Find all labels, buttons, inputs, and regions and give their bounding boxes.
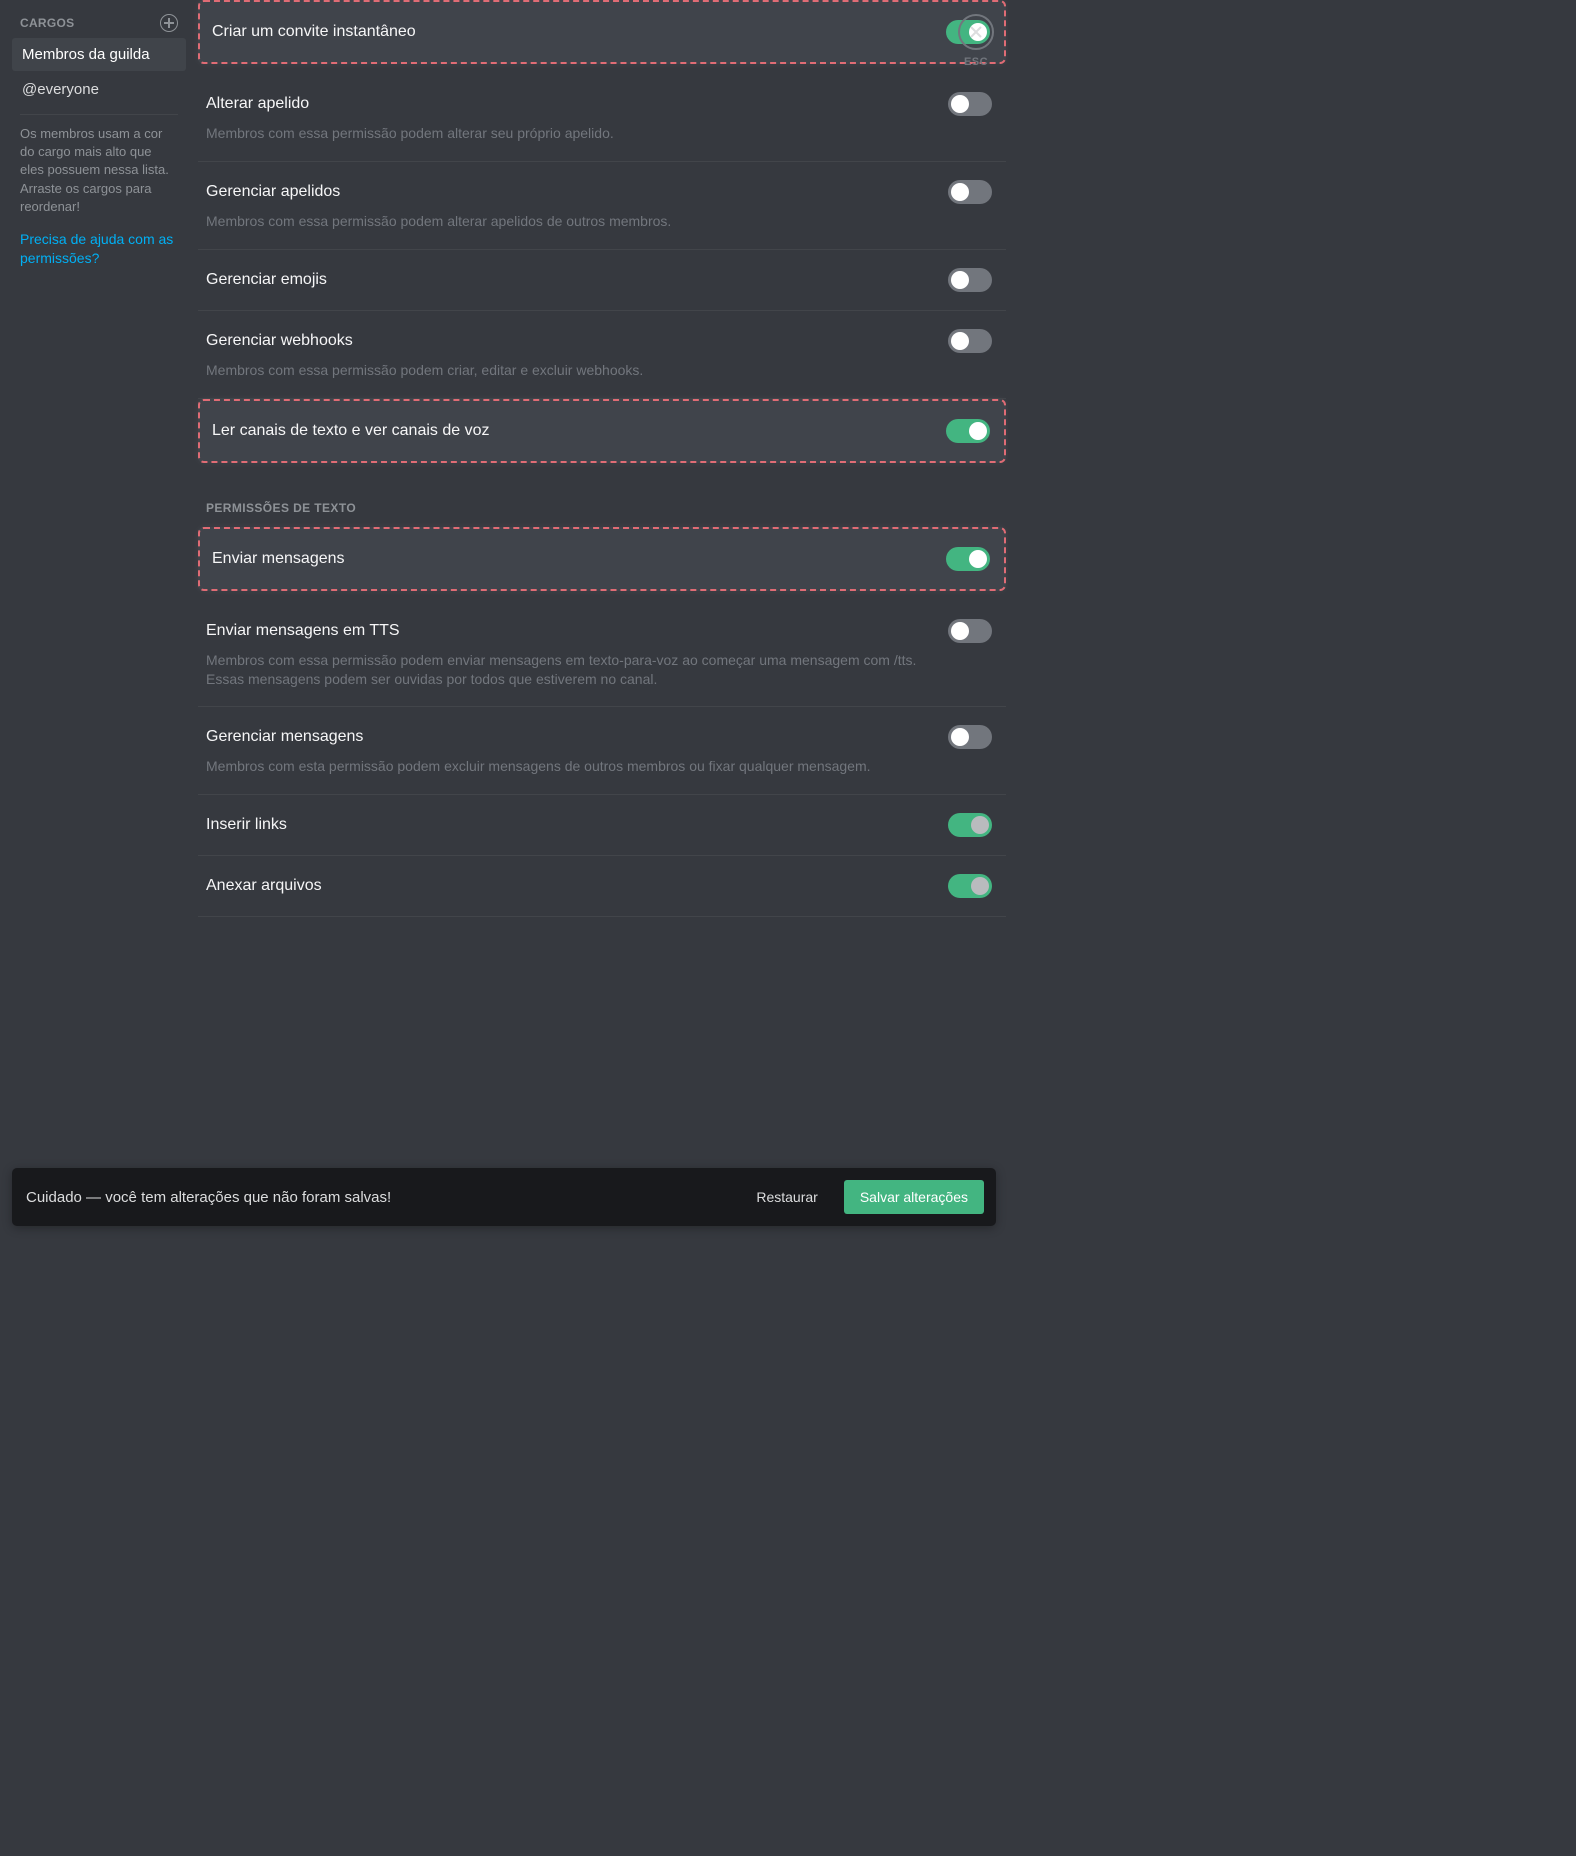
permission-description: Membros com essa permissão podem criar, …: [206, 361, 992, 380]
permission-toggle[interactable]: [948, 180, 992, 204]
reset-button[interactable]: Restaurar: [744, 1181, 829, 1213]
permission-title: Inserir links: [206, 816, 287, 834]
permission-toggle[interactable]: [948, 329, 992, 353]
permission-toggle[interactable]: [948, 813, 992, 837]
roles-sidebar: CARGOS Membros da guilda@everyone Os mem…: [0, 0, 192, 1240]
permission-manage-messages: Gerenciar mensagens Membros com esta perm…: [198, 707, 1006, 795]
highlight-box: Ler canais de texto e ver canais de voz: [198, 399, 1006, 463]
role-item[interactable]: Membros da guilda: [12, 38, 186, 71]
permission-title: Enviar mensagens em TTS: [206, 622, 400, 640]
permission-change-nickname: Alterar apelido Membros com essa permissã…: [198, 74, 1006, 162]
permission-title: Gerenciar mensagens: [206, 728, 363, 746]
permission-title: Alterar apelido: [206, 95, 309, 113]
permission-title: Gerenciar webhooks: [206, 332, 353, 350]
permission-title: Gerenciar apelidos: [206, 183, 340, 201]
permission-toggle[interactable]: [946, 419, 990, 443]
permission-toggle[interactable]: [948, 619, 992, 643]
permission-title: Anexar arquivos: [206, 877, 322, 895]
permission-read-text-view-voice: Ler canais de texto e ver canais de voz: [200, 401, 1004, 461]
permission-attach-files: Anexar arquivos: [198, 856, 1006, 917]
permission-manage-emojis: Gerenciar emojis: [198, 250, 1006, 311]
sidebar-title: CARGOS: [20, 16, 74, 30]
sidebar-note: Os membros usam a cor do cargo mais alto…: [12, 125, 186, 230]
role-item[interactable]: @everyone: [12, 73, 186, 106]
permission-create-instant-invite: Criar um convite instantâneo: [200, 2, 1004, 62]
permission-embed-links: Inserir links: [198, 795, 1006, 856]
permission-title: Enviar mensagens: [212, 550, 345, 568]
highlight-box: Enviar mensagens: [198, 527, 1006, 591]
permission-manage-webhooks: Gerenciar webhooks Membros com essa permi…: [198, 311, 1006, 399]
divider: [20, 114, 178, 115]
section-heading: PERMISSÕES DE TEXTO: [198, 473, 1006, 527]
permission-title: Ler canais de texto e ver canais de voz: [212, 422, 490, 440]
permission-description: Membros com essa permissão podem enviar …: [206, 651, 992, 689]
permission-toggle[interactable]: [946, 547, 990, 571]
permission-description: Membros com essa permissão podem alterar…: [206, 212, 992, 231]
permission-send-messages: Enviar mensagens: [200, 529, 1004, 589]
unsaved-changes-bar: Cuidado — você tem alterações que não fo…: [12, 1168, 996, 1226]
permissions-help-link[interactable]: Precisa de ajuda com as permissões?: [12, 230, 186, 268]
close-button[interactable]: ESC: [958, 14, 994, 68]
permission-title: Criar um convite instantâneo: [212, 23, 416, 41]
permission-send-tts: Enviar mensagens em TTS Membros com essa …: [198, 601, 1006, 708]
save-button[interactable]: Salvar alterações: [844, 1180, 984, 1214]
unsaved-message: Cuidado — você tem alterações que não fo…: [26, 1189, 730, 1206]
add-role-icon[interactable]: [160, 14, 178, 32]
permission-toggle[interactable]: [948, 268, 992, 292]
close-label: ESC: [958, 56, 994, 68]
permission-toggle[interactable]: [948, 874, 992, 898]
permission-toggle[interactable]: [948, 725, 992, 749]
permission-description: Membros com esta permissão podem excluir…: [206, 757, 992, 776]
permission-toggle[interactable]: [948, 92, 992, 116]
permission-description: Membros com essa permissão podem alterar…: [206, 124, 992, 143]
close-icon: [958, 14, 994, 50]
permission-manage-nicknames: Gerenciar apelidos Membros com essa permi…: [198, 162, 1006, 250]
permission-title: Gerenciar emojis: [206, 271, 327, 289]
highlight-box: Criar um convite instantâneo: [198, 0, 1006, 64]
permissions-content: Criar um convite instantâneo Alterar apel…: [192, 0, 1008, 1240]
